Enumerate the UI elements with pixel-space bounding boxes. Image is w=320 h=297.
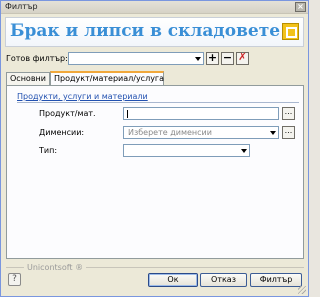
close-button[interactable]: × xyxy=(295,2,306,12)
logo-icon xyxy=(282,23,299,40)
cancel-button[interactable]: Отказ xyxy=(200,273,247,287)
chevron-down-icon xyxy=(270,131,276,135)
tab-panel: Продукти, услуги и материали Продукт/мат… xyxy=(6,85,304,259)
preset-filter-select[interactable] xyxy=(68,52,204,65)
type-label: Тип: xyxy=(39,146,58,155)
add-filter-button[interactable]: + xyxy=(206,52,219,65)
tab-strip: Основни Продукт/материал/услуга xyxy=(6,71,304,86)
filter-dialog: Филтър × Брак и липси в складовете Готов… xyxy=(0,0,309,297)
section-title[interactable]: Продукти, услуги и материали xyxy=(17,92,148,101)
title-bar: Филтър × xyxy=(1,1,308,14)
footer-divider-left xyxy=(6,267,24,268)
apply-filter-button[interactable]: Филтър xyxy=(250,273,302,287)
clear-filter-button[interactable]: ✗ xyxy=(236,52,249,65)
footer-divider-right xyxy=(86,267,304,268)
preset-filter-label: Готов филтър: xyxy=(6,54,68,63)
help-icon[interactable]: ? xyxy=(8,273,21,286)
report-title: Брак и липси в складовете xyxy=(10,21,281,41)
dimensions-select[interactable]: Изберете дименсии xyxy=(123,126,279,139)
ok-button[interactable]: Ок xyxy=(148,273,198,287)
resize-grip-icon[interactable] xyxy=(298,286,306,294)
tab-basic[interactable]: Основни xyxy=(6,72,50,85)
product-browse-button[interactable]: ... xyxy=(282,107,295,120)
brand-label: Unicontsoft ® xyxy=(27,263,84,272)
dimensions-browse-button[interactable]: ... xyxy=(282,126,295,139)
dimensions-placeholder: Изберете дименсии xyxy=(128,128,212,137)
text-caret xyxy=(127,110,128,118)
chevron-down-icon xyxy=(195,57,201,61)
window-title: Филтър xyxy=(5,2,38,11)
dimensions-label: Дименсии: xyxy=(39,128,85,137)
section-divider xyxy=(17,102,299,103)
tab-product-material-service[interactable]: Продукт/материал/услуга xyxy=(50,71,164,86)
remove-filter-button[interactable]: − xyxy=(221,52,234,65)
chevron-down-icon xyxy=(241,149,247,153)
type-select[interactable] xyxy=(123,144,250,157)
report-header: Брак и липси в складовете xyxy=(5,17,304,47)
preset-filter-row: Готов филтър: + − ✗ xyxy=(6,52,304,66)
product-label: Продукт/мат. xyxy=(39,109,96,118)
product-input[interactable] xyxy=(123,107,279,120)
